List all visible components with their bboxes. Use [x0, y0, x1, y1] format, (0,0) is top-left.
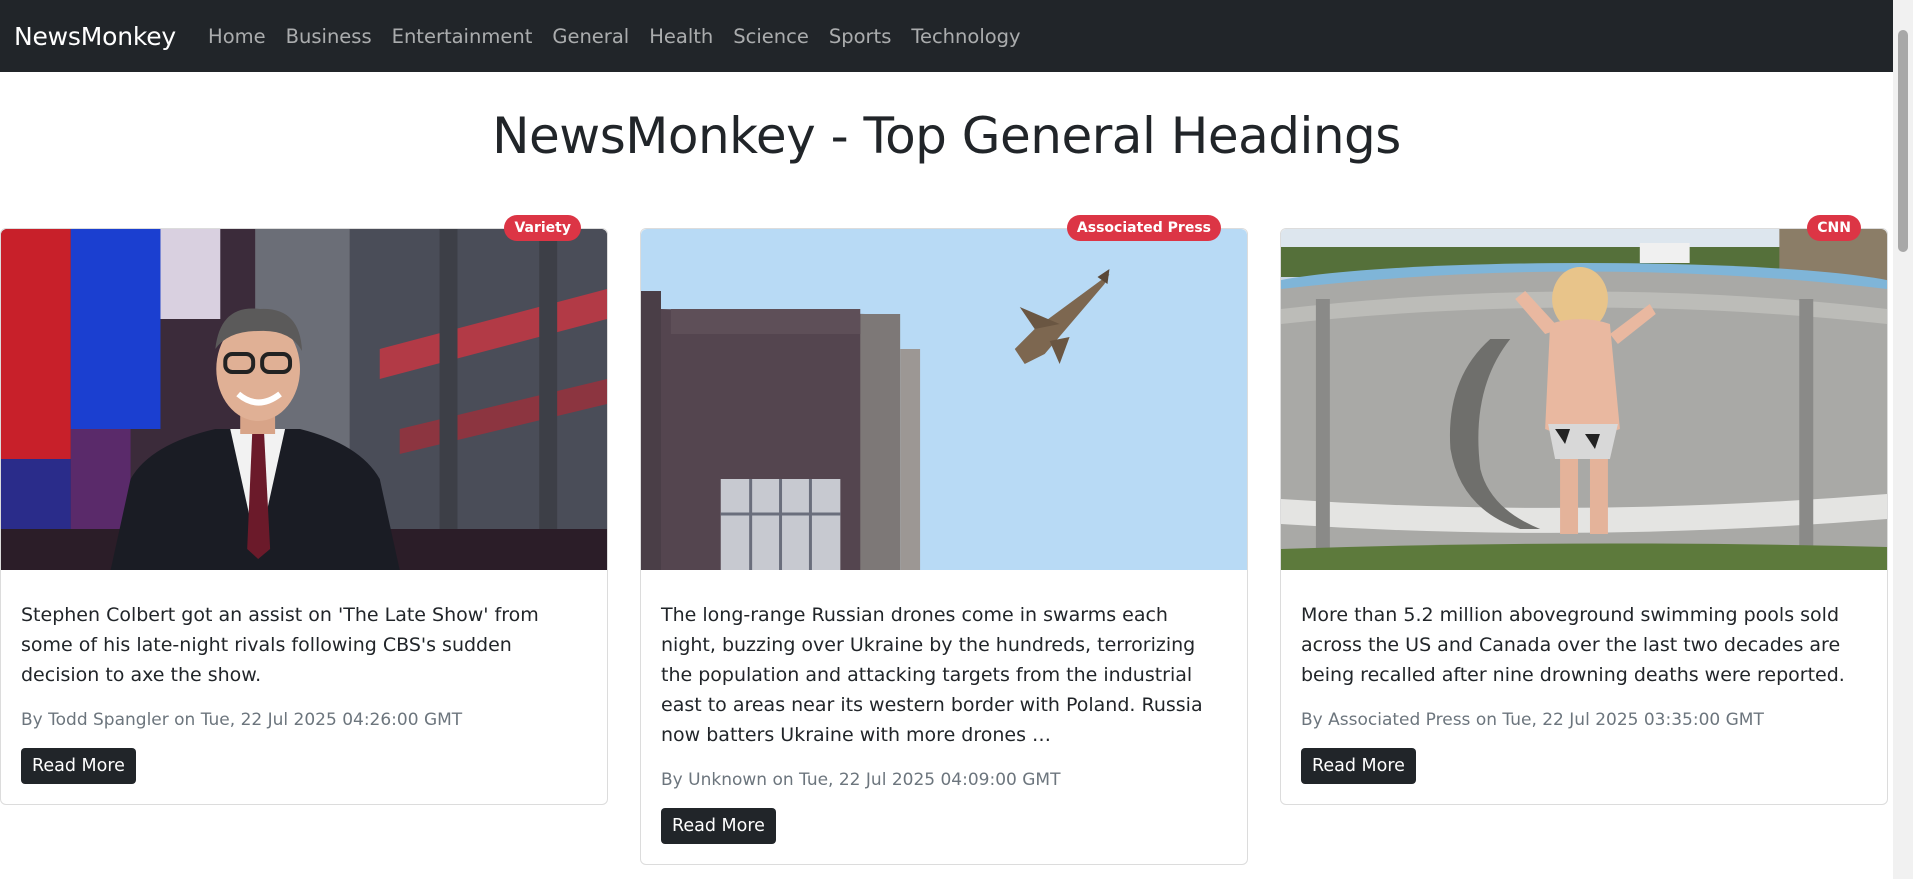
news-card: CNN More than 5.2 million aboveground sw… [1280, 215, 1888, 805]
brand-logo[interactable]: NewsMonkey [14, 22, 176, 51]
article-meta: By Associated Press on Tue, 22 Jul 2025 … [1301, 710, 1764, 730]
read-more-button[interactable]: Read More [661, 808, 776, 844]
news-card: Variety Stephen Colbert got an assist on… [0, 215, 608, 805]
article-image [641, 229, 1247, 570]
navbar: NewsMonkey Home Business Entertainment G… [0, 0, 1893, 72]
read-more-button[interactable]: Read More [21, 748, 136, 784]
read-more-button[interactable]: Read More [1301, 748, 1416, 784]
source-badge: CNN [1807, 215, 1861, 241]
nav-link-sports[interactable]: Sports [829, 25, 892, 48]
article-image [1, 229, 607, 570]
nav-link-entertainment[interactable]: Entertainment [392, 25, 533, 48]
source-badge: Associated Press [1066, 215, 1221, 241]
article-description: Stephen Colbert got an assist on 'The La… [21, 604, 539, 686]
source-badge: Variety [504, 215, 581, 241]
page-title: NewsMonkey - Top General Headings [492, 107, 1401, 165]
nav-link-home[interactable]: Home [208, 25, 266, 48]
article-description: More than 5.2 million aboveground swimmi… [1301, 604, 1845, 686]
article-meta: By Todd Spangler on Tue, 22 Jul 2025 04:… [21, 710, 463, 730]
article-image [1281, 229, 1887, 570]
nav-link-business[interactable]: Business [286, 25, 372, 48]
nav-link-technology[interactable]: Technology [911, 25, 1020, 48]
article-description: The long-range Russian drones come in sw… [661, 604, 1203, 746]
news-card: Associated Press The long-range Russian … [640, 215, 1248, 865]
article-meta: By Unknown on Tue, 22 Jul 2025 04:09:00 … [661, 770, 1061, 790]
page-scrollbar[interactable] [1893, 0, 1913, 879]
nav-link-science[interactable]: Science [733, 25, 809, 48]
nav-link-health[interactable]: Health [649, 25, 713, 48]
scrollbar-thumb[interactable] [1898, 30, 1908, 252]
nav-link-general[interactable]: General [552, 25, 629, 48]
